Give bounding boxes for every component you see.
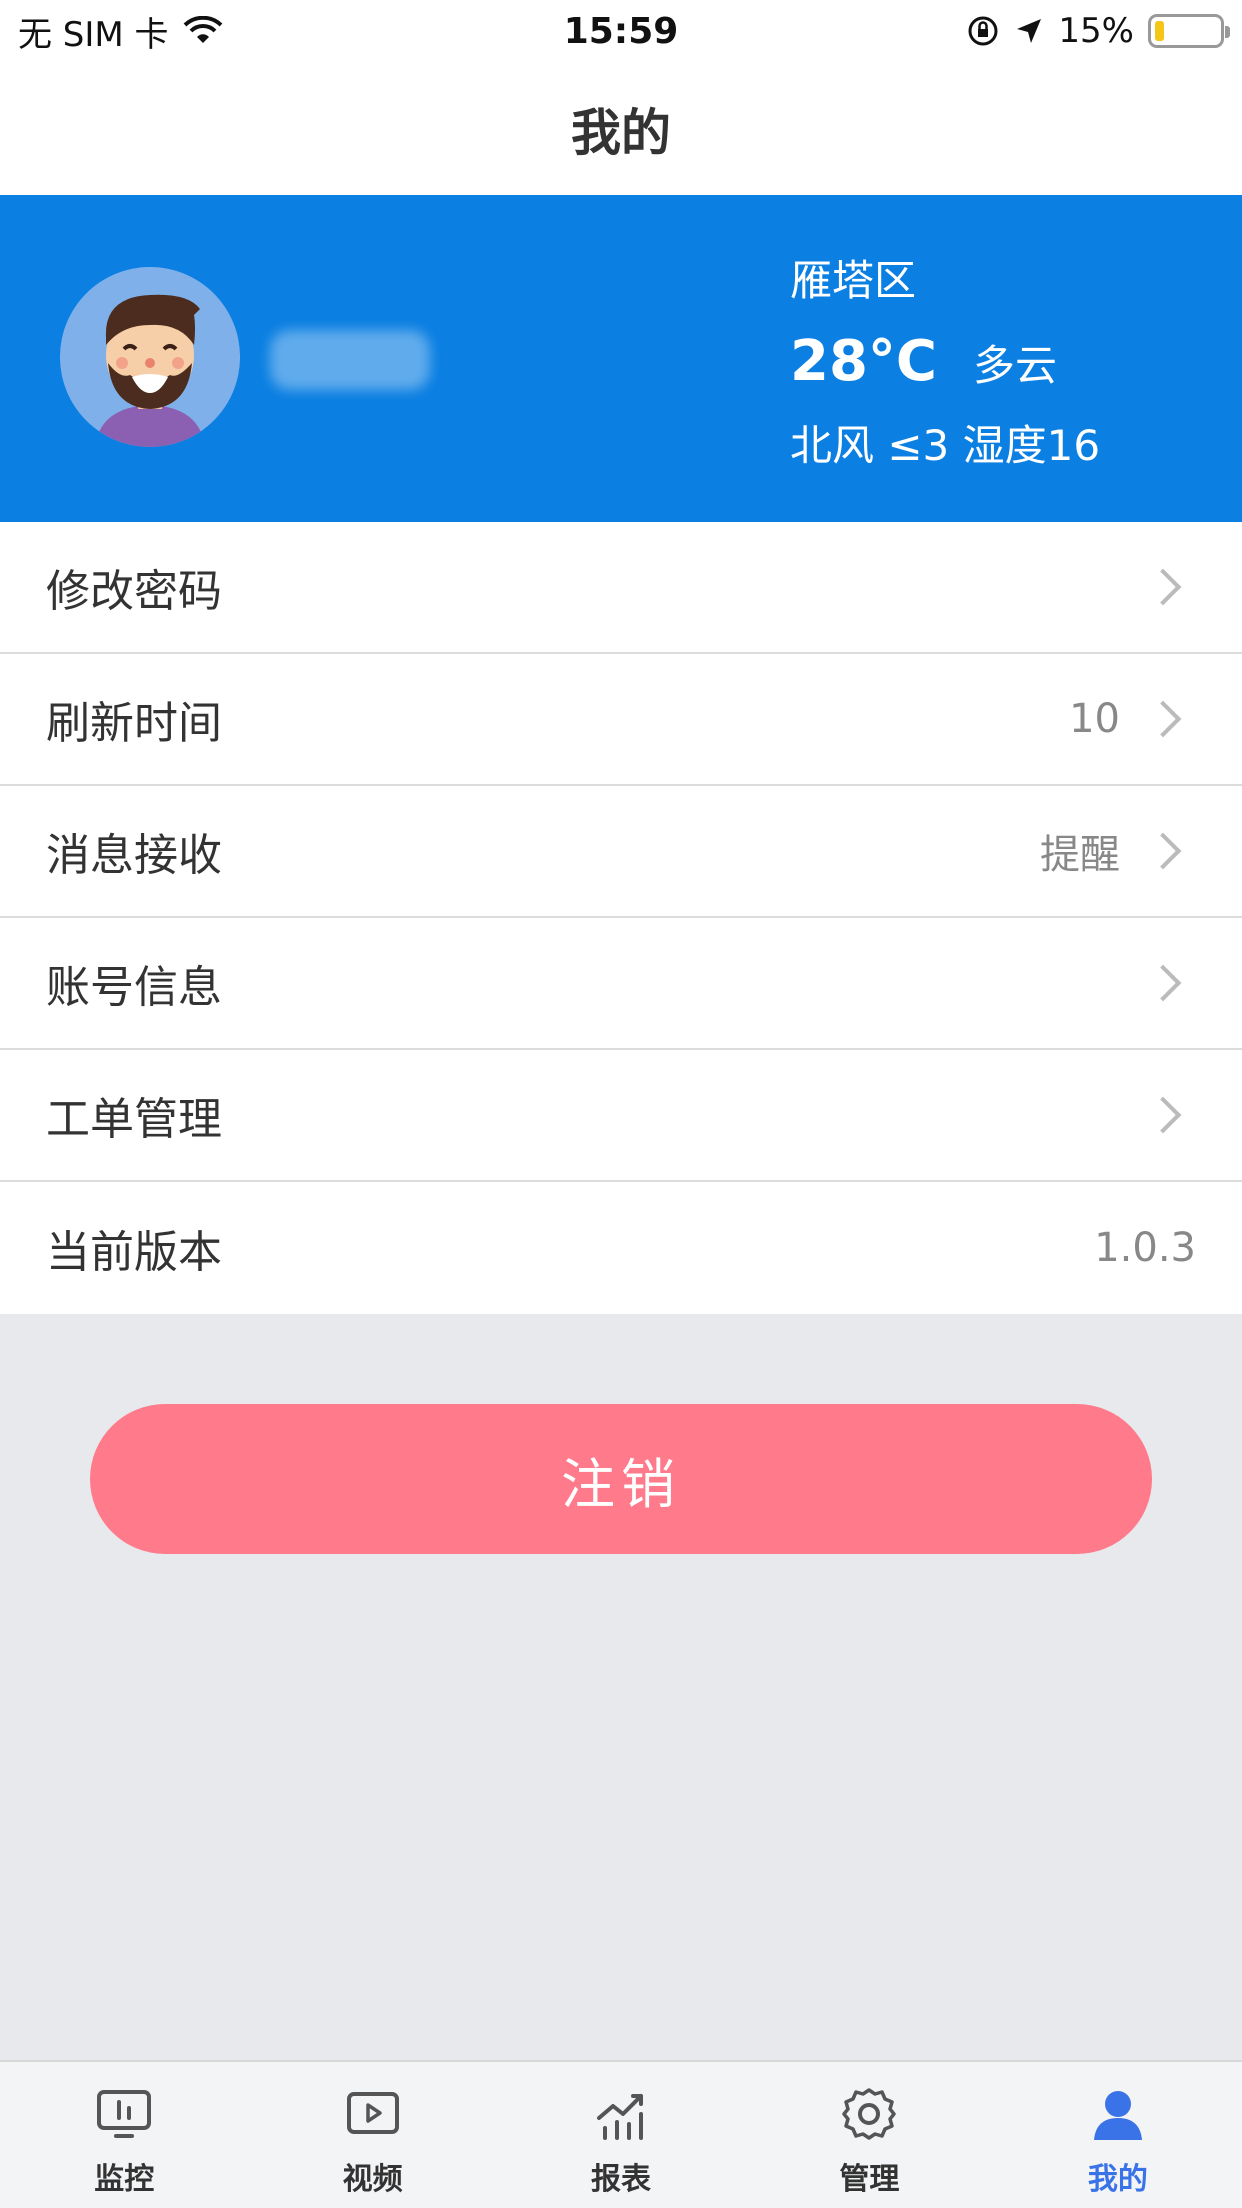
settings-row-work-order[interactable]: 工单管理 [0,1050,1242,1182]
status-right: 15% [966,11,1230,51]
row-label: 账号信息 [46,962,222,1013]
logout-label: 注销 [561,1452,681,1516]
battery-fill [1155,21,1165,41]
tab-label: 管理 [839,2162,900,2197]
weather-main-row: 28°C 多云 [790,329,1100,394]
tab-manage[interactable]: 管理 [745,2062,993,2208]
chevron-right-icon [1144,700,1182,738]
row-label: 修改密码 [46,566,222,617]
row-value: 10 [1069,696,1120,742]
row-label: 工单管理 [46,1094,222,1145]
rotation-lock-icon [968,16,998,46]
status-left: 无 SIM 卡 [18,7,223,56]
avatar-face-icon [60,267,240,447]
settings-row-account-info[interactable]: 账号信息 [0,918,1242,1050]
weather-temperature: 28°C [790,329,938,394]
wifi-icon [183,16,222,43]
settings-row-refresh-time[interactable]: 刷新时间 10 [0,654,1242,786]
video-icon [346,2092,399,2134]
monitor-icon [97,2090,152,2138]
avatar[interactable] [60,267,240,447]
tab-label: 我的 [1087,2162,1148,2197]
tab-label: 报表 [591,2162,652,2197]
settings-row-change-password[interactable]: 修改密码 [0,522,1242,654]
battery-icon [1148,14,1230,48]
chevron-right-icon [1144,832,1182,870]
logout-button[interactable]: 注销 [90,1404,1152,1554]
profile-banner: 雁塔区 28°C 多云 北风 ≤3 湿度16 [0,195,1242,522]
chevron-right-icon [1144,964,1182,1002]
settings-row-version: 当前版本 1.0.3 [0,1182,1242,1314]
page-title: 我的 [571,103,671,162]
weather-wind-humidity: 北风 ≤3 湿度16 [790,421,1101,470]
row-label: 刷新时间 [46,698,222,749]
status-bar: 无 SIM 卡 15:59 15% [0,0,1242,62]
tab-video[interactable]: 视频 [248,2062,496,2208]
location-arrow-icon [1017,19,1042,43]
tab-bar: 监控 视频 报表 管理 我的 [0,2060,1242,2208]
tab-label: 监控 [94,2162,155,2197]
tab-report[interactable]: 报表 [497,2062,745,2208]
chart-icon [597,2094,644,2140]
battery-percent: 15% [1058,11,1134,51]
carrier-text: 无 SIM 卡 [18,14,169,55]
weather-panel: 雁塔区 28°C 多云 北风 ≤3 湿度16 [790,255,1100,473]
nav-bar: 我的 [0,62,1242,195]
tab-mine[interactable]: 我的 [994,2062,1242,2208]
gear-icon [842,2088,897,2140]
version-value: 1.0.3 [1094,1225,1196,1271]
username-blurred [270,330,430,390]
row-value: 提醒 [1040,832,1120,878]
weather-condition: 多云 [973,341,1058,390]
chevron-right-icon [1144,568,1182,606]
row-label: 当前版本 [46,1227,222,1278]
row-label: 消息接收 [46,830,222,881]
chevron-right-icon [1144,1096,1182,1134]
tab-monitor[interactable]: 监控 [0,2062,248,2208]
user-icon [1093,2091,1142,2140]
settings-row-message-receive[interactable]: 消息接收 提醒 [0,786,1242,918]
weather-district: 雁塔区 [790,256,917,305]
settings-list: 修改密码 刷新时间 10 消息接收 提醒 账号信息 工单管理 当前版本 1.0.… [0,522,1242,1314]
tab-label: 视频 [342,2162,403,2197]
